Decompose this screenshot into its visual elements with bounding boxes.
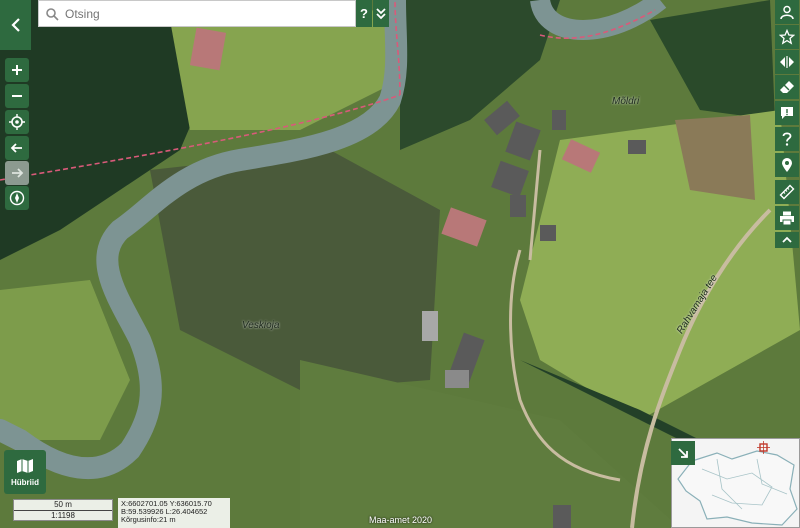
collapse-toolbar-button[interactable] (775, 232, 799, 248)
elevation-info: Kõrgusinfo:21 m (121, 515, 176, 524)
forward-history-button[interactable] (5, 161, 29, 185)
zoom-in-icon (12, 65, 22, 75)
arrow-down-right-icon (678, 448, 688, 458)
double-chevron-down-icon (376, 7, 386, 19)
help-icon (782, 132, 792, 146)
search-expand-button[interactable] (373, 0, 389, 27)
map-layers-icon (17, 458, 33, 473)
compass-icon (9, 190, 25, 206)
attribution: Maa-amet 2020 (369, 515, 433, 525)
star-icon (779, 29, 795, 45)
search-help-button[interactable]: ? (356, 0, 372, 27)
scale-bar-length: 50 m (14, 500, 112, 511)
print-icon (780, 211, 794, 226)
pin-button[interactable] (775, 153, 799, 177)
scale-ratio: 1:1198 (51, 511, 75, 520)
compass-button[interactable] (5, 186, 29, 210)
chevron-up-icon (782, 236, 792, 243)
scale-bar: 50 m 1:1198 (13, 499, 113, 521)
search-bar (38, 0, 356, 27)
print-button[interactable] (775, 206, 799, 230)
user-button[interactable] (775, 0, 799, 24)
chevron-left-icon (10, 18, 20, 32)
search-icon (46, 7, 59, 21)
locate-icon (9, 114, 25, 130)
zoom-in-button[interactable] (5, 58, 29, 82)
user-icon (780, 5, 794, 20)
back-button[interactable] (0, 0, 31, 50)
help-button[interactable] (775, 127, 799, 151)
help-label: ? (360, 6, 368, 21)
layer-switch-label: Hübriid (11, 477, 39, 487)
locate-button[interactable] (5, 110, 29, 134)
coordinate-readout: X:6602701.05 Y:636015.70 B:59.539926 L:2… (118, 498, 230, 528)
zoom-out-icon (12, 95, 22, 97)
pin-icon (782, 158, 792, 172)
back-history-button[interactable] (5, 136, 29, 160)
eraser-icon (780, 81, 794, 93)
ruler-icon (779, 184, 795, 200)
zoom-out-button[interactable] (5, 84, 29, 108)
measure-button[interactable] (775, 180, 799, 204)
compare-button[interactable] (775, 50, 799, 74)
search-input[interactable] (63, 5, 355, 22)
forward-arrow-icon (12, 168, 24, 178)
feedback-icon (781, 107, 793, 119)
layer-switch-button[interactable]: Hübriid (4, 450, 46, 494)
back-arrow-icon (10, 143, 22, 153)
eraser-button[interactable] (775, 75, 799, 99)
feedback-button[interactable] (775, 101, 799, 125)
compare-icon (780, 56, 794, 68)
overview-toggle-button[interactable] (671, 441, 695, 465)
favorites-button[interactable] (775, 25, 799, 49)
